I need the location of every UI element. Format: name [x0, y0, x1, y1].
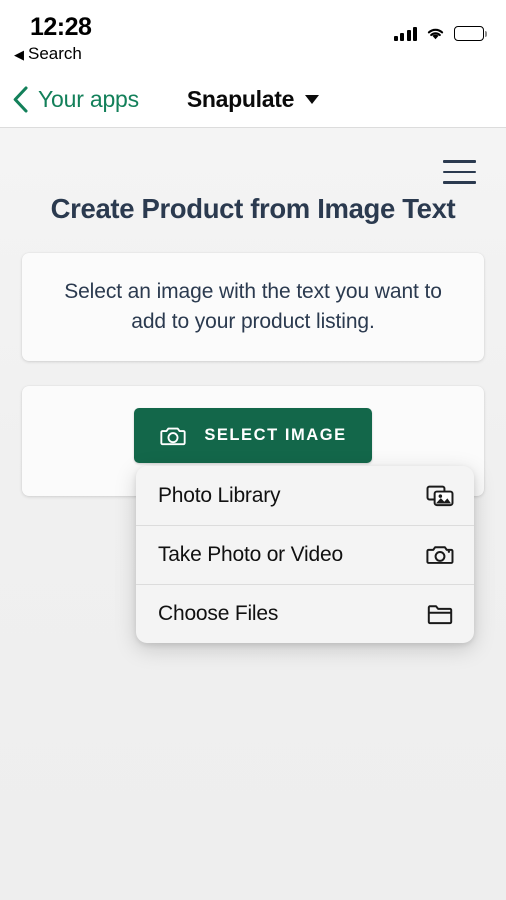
battery-full-icon: [454, 26, 487, 41]
camera-icon: [426, 545, 454, 564]
chevron-left-icon: [13, 86, 28, 113]
ios-status-bar: 12:28 ◀ Search: [0, 0, 506, 72]
wifi-icon: [427, 28, 444, 40]
menu-item-label: Choose Files: [158, 601, 279, 625]
back-button-label: Your apps: [38, 86, 139, 112]
select-image-button-label: SELECT IMAGE: [204, 426, 347, 444]
status-bar-time: 12:28: [30, 13, 92, 41]
menu-item-label: Photo Library: [158, 483, 281, 507]
back-to-your-apps-button[interactable]: Your apps: [12, 86, 139, 113]
menu-item-choose-files[interactable]: Choose Files: [136, 584, 474, 643]
app-content-area: Create Product from Image Text Select an…: [0, 128, 506, 900]
caret-down-icon[interactable]: [305, 95, 320, 104]
image-source-action-sheet: Photo Library Take Photo or Video Choose…: [136, 466, 474, 643]
status-bar-back-label: Search: [28, 44, 82, 63]
menu-item-take-photo-or-video[interactable]: Take Photo or Video: [136, 525, 474, 584]
hamburger-menu-icon[interactable]: [443, 160, 476, 184]
menu-item-photo-library[interactable]: Photo Library: [136, 466, 474, 525]
status-bar-back-to-app[interactable]: ◀ Search: [14, 44, 82, 64]
menu-item-label: Take Photo or Video: [158, 542, 343, 566]
photo-library-icon: [426, 485, 454, 506]
folder-icon: [427, 604, 453, 624]
select-image-button[interactable]: SELECT IMAGE: [134, 408, 372, 463]
status-bar-indicators: [393, 26, 487, 41]
camera-icon: [160, 427, 186, 445]
back-triangle-icon: ◀: [14, 46, 24, 62]
cellular-signal-icon: [393, 26, 417, 41]
instruction-card: Select an image with the text you want t…: [22, 253, 484, 361]
app-title: Snapulate: [186, 86, 295, 112]
app-navigation-bar: Your apps Snapulate: [0, 72, 506, 128]
page-title: Create Product from Image Text: [50, 193, 456, 224]
instruction-text: Select an image with the text you want t…: [64, 280, 442, 333]
